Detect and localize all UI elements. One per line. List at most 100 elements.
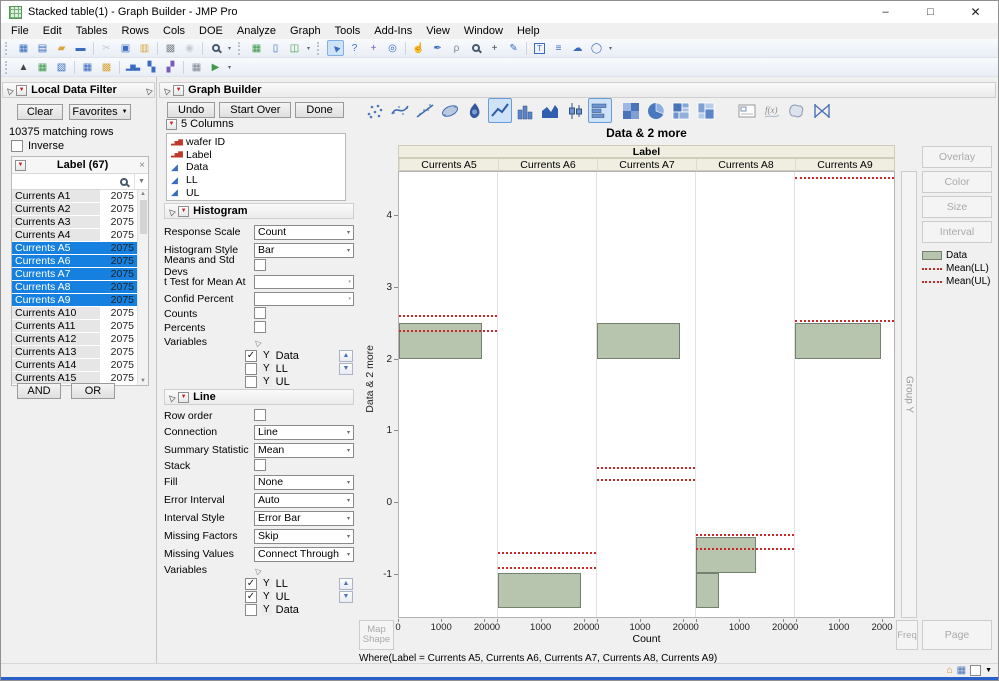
overlay-drop-zone[interactable]: Overlay [922,146,992,168]
done-button[interactable]: Done [295,102,343,118]
annotate-icon[interactable]: T [531,40,548,56]
toolbar-overflow-icon[interactable]: ▾ [609,45,612,52]
grabber-icon[interactable]: ☝ [410,40,427,56]
or-button[interactable]: OR [71,383,115,399]
line-var-checkbox-ll[interactable]: ✓ [245,578,257,590]
palette-line-of-fit-icon[interactable] [413,98,437,123]
column-ul[interactable]: ◢UL [171,186,341,199]
lock-icon[interactable]: ◉ [181,40,198,56]
page-drop-zone[interactable]: Page [922,620,992,650]
oval-icon[interactable]: ◯ [588,40,605,56]
new-journal-icon[interactable]: ▦ [15,40,32,56]
menu-rows[interactable]: Rows [115,23,157,39]
globe-icon[interactable]: ◎ [384,40,401,56]
histogram-var-checkbox-ll[interactable] [245,363,257,375]
filter-row-currents-a1[interactable]: Currents A12075 [12,190,148,203]
column-wafer-id[interactable]: ▂▅▇wafer ID [171,136,341,149]
toolbar-overflow-icon[interactable]: ▾ [307,45,310,52]
histogram-var-checkbox-data[interactable]: ✓ [245,350,257,362]
menu-add-ins[interactable]: Add-Ins [367,23,419,39]
filter-row-currents-a4[interactable]: Currents A42075 [12,229,148,242]
collapse-triangle-icon[interactable]: △ [143,85,154,96]
window-layout-icon[interactable]: ▦ [957,665,966,676]
line-select-fill[interactable]: None▾ [254,475,354,490]
favorites-button[interactable]: Favorites▼ [69,104,131,120]
filter-row-currents-a9[interactable]: Currents A92075 [12,294,148,307]
arrow-cursor-icon[interactable]: ◄ [327,40,344,56]
scribble-icon[interactable]: ✎ [505,40,522,56]
palette-ellipse-icon[interactable] [438,98,462,123]
move-up-button[interactable]: ▲ [339,350,353,362]
home-icon[interactable]: ⌂ [947,665,953,676]
histogram-bar[interactable] [597,323,680,359]
distribution-icon[interactable]: ▂▆▃ [124,59,141,75]
scroll-thumb[interactable] [140,200,147,234]
cut-icon[interactable]: ✂ [98,40,115,56]
histogram-bar[interactable] [795,323,881,359]
filter-row-currents-a6[interactable]: Currents A62075 [12,255,148,268]
line-select-missing-values[interactable]: Connect Through▾ [254,547,354,562]
mover-icon[interactable]: + [365,40,382,56]
red-triangle-menu-icon[interactable]: ▼ [178,206,189,217]
menu-view[interactable]: View [419,23,457,39]
histogram-input-confid-percent[interactable]: ▾ [254,292,354,306]
help-icon[interactable]: ? [346,40,363,56]
palette-map-shapes-icon[interactable] [785,98,809,123]
histogram-bar[interactable] [696,573,719,609]
search-options-dropdown[interactable]: ▼ [134,174,148,189]
journal-icon[interactable]: ▩ [162,40,179,56]
menu-graph[interactable]: Graph [283,23,328,39]
line-checkbox-row-order[interactable] [254,409,266,421]
red-triangle-menu-icon[interactable]: ▼ [178,392,189,403]
run-script-icon[interactable]: ▶ [207,59,224,75]
group-y-drop-zone[interactable]: Group Y [901,171,917,618]
menu-cols[interactable]: Cols [156,23,192,39]
histogram-checkbox-means-and-std-devs[interactable] [254,259,266,271]
filter-row-currents-a12[interactable]: Currents A122075 [12,333,148,346]
close-icon[interactable]: × [139,160,145,171]
palette-heatmap-icon[interactable] [619,98,643,123]
filter-row-currents-a5[interactable]: Currents A52075 [12,242,148,255]
red-triangle-menu-icon[interactable]: ▼ [173,85,184,96]
histogram-select-response-scale[interactable]: Count▾ [254,225,354,240]
polygon-icon[interactable]: ☁ [569,40,586,56]
palette-pie-icon[interactable] [644,98,668,123]
filter-row-currents-a13[interactable]: Currents A132075 [12,346,148,359]
paste-icon[interactable]: ▥ [136,40,153,56]
palette-mosaic-icon[interactable] [694,98,718,123]
new-column-icon[interactable]: ▯ [267,40,284,56]
toolbar-overflow-icon[interactable]: ▾ [228,45,231,52]
edit-table-icon[interactable]: ▩ [98,59,115,75]
toolbar-grip[interactable] [5,61,11,74]
palette-bar-icon[interactable] [513,98,537,123]
palette-area-icon[interactable] [538,98,562,123]
disclosure-triangle-icon[interactable]: △ [252,337,263,348]
search-icon[interactable] [207,40,224,56]
menu-doe[interactable]: DOE [192,23,230,39]
scroll-up-icon[interactable]: ▲ [140,191,146,197]
map-shape-drop-zone[interactable]: Map Shape [359,620,394,650]
line-var-checkbox-ul[interactable]: ✓ [245,591,257,603]
red-triangle-menu-icon[interactable]: ▼ [15,160,26,171]
histogram-checkbox-percents[interactable] [254,321,266,333]
toolbar-grip[interactable] [238,42,244,55]
size-drop-zone[interactable]: Size [922,196,992,218]
filter-row-currents-a11[interactable]: Currents A112075 [12,320,148,333]
maximize-button[interactable]: □ [908,1,953,23]
lasso-icon[interactable]: ρ [448,40,465,56]
toolbar-grip[interactable] [317,42,323,55]
disclosure-triangle-icon[interactable]: △ [252,565,263,576]
preview-table-icon[interactable]: ▦ [79,59,96,75]
palette-box-plot-icon[interactable] [563,98,587,123]
menu-tables[interactable]: Tables [69,23,115,39]
minimize-button[interactable]: – [863,1,908,23]
collapse-triangle-icon[interactable]: △ [4,85,15,96]
graph-view-icon[interactable]: ▧ [53,59,70,75]
palette-treemap-icon[interactable] [669,98,693,123]
line-select-error-interval[interactable]: Auto▾ [254,493,354,508]
menu-window[interactable]: Window [457,23,510,39]
save-as-icon[interactable]: ▤ [34,40,51,56]
histogram-input-t-test-for-mean-at[interactable]: ▾ [254,275,354,289]
collapse-triangle-icon[interactable]: △ [161,85,172,96]
color-drop-zone[interactable]: Color [922,171,992,193]
